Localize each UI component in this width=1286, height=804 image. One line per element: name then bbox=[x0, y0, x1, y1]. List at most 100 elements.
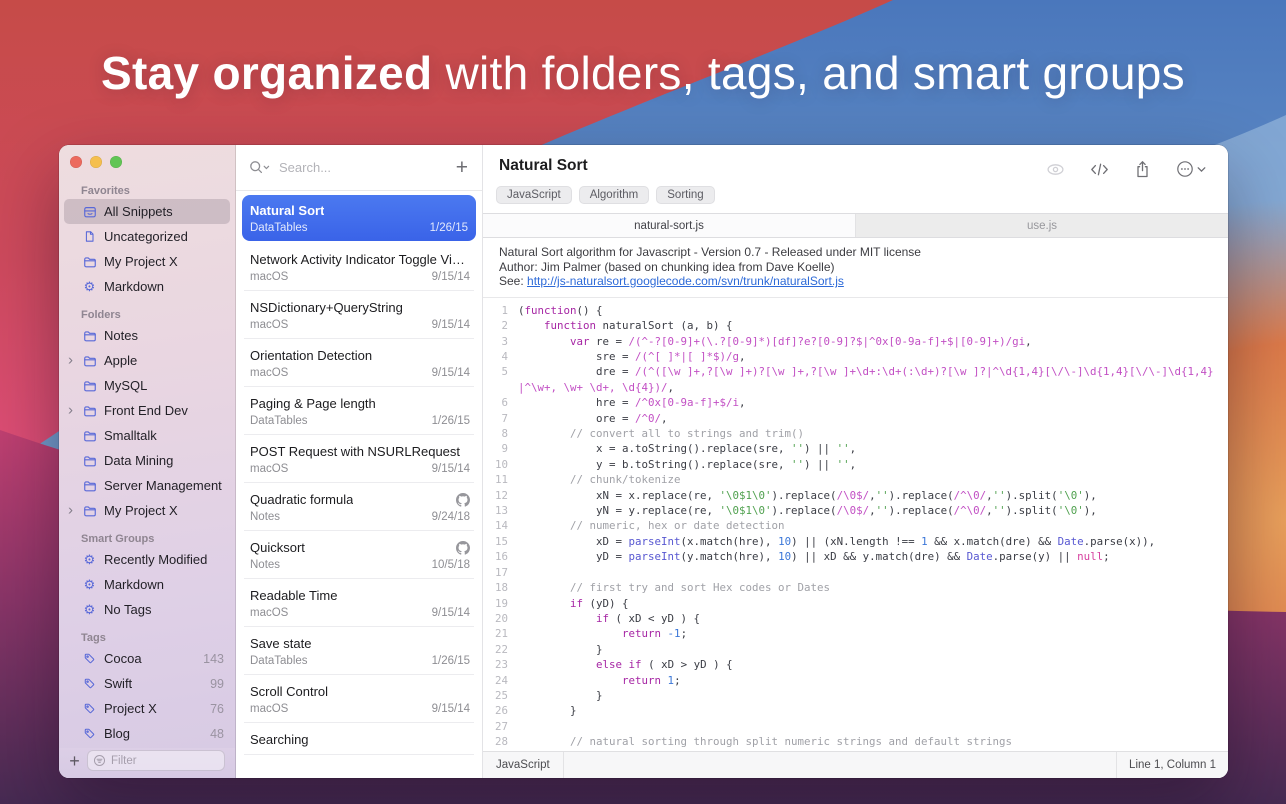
add-folder-button[interactable]: + bbox=[68, 752, 81, 770]
code-line: 20 if ( xD < yD ) { bbox=[483, 611, 1228, 626]
sidebar-item-uncategorized[interactable]: Uncategorized bbox=[64, 224, 230, 249]
sidebar-item-label: Uncategorized bbox=[104, 229, 188, 244]
code-line: 23 else if ( xD > yD ) { bbox=[483, 657, 1228, 672]
sidebar-item-apple[interactable]: ›Apple bbox=[64, 348, 230, 373]
code-line: 2 function naturalSort (a, b) { bbox=[483, 318, 1228, 333]
sidebar-item-project-x[interactable]: Project X76 bbox=[64, 696, 230, 721]
code-editor[interactable]: 1(function() {2 function naturalSort (a,… bbox=[483, 298, 1228, 751]
sidebar-item-recently-modified[interactable]: ⚙Recently Modified bbox=[64, 547, 230, 572]
code-line: 19 if (yD) { bbox=[483, 596, 1228, 611]
search-input[interactable] bbox=[277, 159, 449, 176]
snippet-row-network-activity-indicator-toggle-visibility[interactable]: Network Activity Indicator Toggle Visibi… bbox=[244, 243, 474, 291]
snippet-row-date: 9/24/18 bbox=[432, 511, 470, 523]
snippet-row-nsdictionary-querystring[interactable]: NSDictionary+QueryStringmacOS9/15/14 bbox=[244, 291, 474, 339]
folder-icon bbox=[81, 454, 98, 468]
close-button[interactable] bbox=[70, 156, 82, 168]
sidebar-section-title-tags: Tags bbox=[81, 632, 225, 644]
snippet-row-date: 9/15/14 bbox=[432, 607, 470, 619]
folder-icon bbox=[81, 504, 98, 518]
sidebar-item-no-tags[interactable]: ⚙No Tags bbox=[64, 597, 230, 622]
snippet-row-paging-page-length[interactable]: Paging & Page lengthDataTables1/26/15 bbox=[244, 387, 474, 435]
tab-natural-sort-js[interactable]: natural-sort.js bbox=[483, 214, 855, 237]
snippet-row-quadratic-formula[interactable]: Quadratic formulaNotes9/24/18 bbox=[244, 483, 474, 531]
chevron-right-icon[interactable]: › bbox=[68, 402, 73, 417]
snippet-row-natural-sort[interactable]: Natural SortDataTables1/26/15 bbox=[242, 195, 476, 241]
preview-eye-icon[interactable] bbox=[1046, 161, 1065, 178]
snippet-row-orientation-detection[interactable]: Orientation DetectionmacOS9/15/14 bbox=[244, 339, 474, 387]
sidebar-item-label: Markdown bbox=[104, 279, 164, 294]
folder-icon bbox=[81, 479, 98, 493]
sidebar-item-front-end-dev[interactable]: ›Front End Dev bbox=[64, 398, 230, 423]
line-number: 21 bbox=[483, 626, 518, 641]
snippet-row-category: macOS bbox=[250, 463, 288, 475]
line-number: 14 bbox=[483, 518, 518, 533]
search-icon[interactable] bbox=[249, 160, 270, 175]
language-selector[interactable]: JavaScript bbox=[483, 752, 564, 778]
archive-icon bbox=[81, 205, 98, 219]
line-number: 22 bbox=[483, 642, 518, 657]
folder-icon bbox=[81, 255, 98, 269]
sidebar-item-notes[interactable]: Notes bbox=[64, 323, 230, 348]
minimize-button[interactable] bbox=[90, 156, 102, 168]
snippet-row-title: Natural Sort bbox=[250, 203, 324, 218]
hero-headline: Stay organized with folders, tags, and s… bbox=[0, 46, 1286, 100]
snippet-row-searching[interactable]: Searching bbox=[244, 723, 474, 755]
code-line: 6 hre = /^0x[0-9a-f]+$/i, bbox=[483, 395, 1228, 410]
line-number: 24 bbox=[483, 673, 518, 688]
zoom-button[interactable] bbox=[110, 156, 122, 168]
share-icon[interactable] bbox=[1134, 160, 1151, 178]
tab-use-js[interactable]: use.js bbox=[855, 214, 1228, 237]
sidebar-item-blog[interactable]: Blog48 bbox=[64, 721, 230, 746]
sidebar-item-label: Smalltalk bbox=[104, 428, 157, 443]
code-line: 17 bbox=[483, 565, 1228, 580]
snippet-description: Natural Sort algorithm for Javascript - … bbox=[483, 238, 1228, 298]
snippet-row-scroll-control[interactable]: Scroll ControlmacOS9/15/14 bbox=[244, 675, 474, 723]
snippet-row-title: POST Request with NSURLRequest bbox=[250, 444, 460, 459]
snippet-row-title: Orientation Detection bbox=[250, 348, 372, 363]
chevron-right-icon[interactable]: › bbox=[68, 352, 73, 367]
snippet-row-readable-time[interactable]: Readable TimemacOS9/15/14 bbox=[244, 579, 474, 627]
tag-chip-sorting[interactable]: Sorting bbox=[656, 186, 714, 204]
sidebar-item-label: Recently Modified bbox=[104, 552, 207, 567]
chevron-right-icon[interactable]: › bbox=[68, 502, 73, 517]
sidebar-item-markdown[interactable]: ⚙Markdown bbox=[64, 572, 230, 597]
filter-input[interactable] bbox=[87, 750, 225, 771]
tag-chip-algorithm[interactable]: Algorithm bbox=[579, 186, 650, 204]
more-actions-button[interactable] bbox=[1176, 160, 1206, 178]
code-line: 8 // convert all to strings and trim() bbox=[483, 426, 1228, 441]
line-number: 16 bbox=[483, 549, 518, 564]
sidebar-item-markdown[interactable]: ⚙Markdown bbox=[64, 274, 230, 299]
sidebar-item-label: Cocoa bbox=[104, 651, 142, 666]
description-line: Natural Sort algorithm for Javascript - … bbox=[499, 245, 1212, 260]
line-number: 4 bbox=[483, 349, 518, 364]
sidebar-item-smalltalk[interactable]: Smalltalk bbox=[64, 423, 230, 448]
github-icon bbox=[456, 493, 470, 507]
snippet-row-save-state[interactable]: Save stateDataTables1/26/15 bbox=[244, 627, 474, 675]
code-view-icon[interactable] bbox=[1090, 161, 1109, 178]
filter-field-wrap bbox=[87, 750, 225, 771]
snippet-row-post-request-with-nsurlrequest[interactable]: POST Request with NSURLRequestmacOS9/15/… bbox=[244, 435, 474, 483]
sidebar-item-data-mining[interactable]: Data Mining bbox=[64, 448, 230, 473]
line-number: 18 bbox=[483, 580, 518, 595]
tag-chip-javascript[interactable]: JavaScript bbox=[496, 186, 572, 204]
sidebar-item-server-management[interactable]: Server Management bbox=[64, 473, 230, 498]
sidebar-item-mysql[interactable]: MySQL bbox=[64, 373, 230, 398]
snippet-row-category: Notes bbox=[250, 511, 280, 523]
code-line: 16 yD = parseInt(y.match(hre), 10) || xD… bbox=[483, 549, 1228, 564]
traffic-lights bbox=[70, 156, 122, 168]
tag-icon bbox=[81, 677, 98, 690]
sidebar-item-swift[interactable]: Swift99 bbox=[64, 671, 230, 696]
snippet-row-category: macOS bbox=[250, 271, 288, 283]
add-snippet-button[interactable]: + bbox=[456, 157, 468, 178]
sidebar-item-all-snippets[interactable]: All Snippets bbox=[64, 199, 230, 224]
snippet-row-quicksort[interactable]: QuicksortNotes10/5/18 bbox=[244, 531, 474, 579]
snippet-list: Natural SortDataTables1/26/15Network Act… bbox=[236, 191, 482, 778]
line-number: 12 bbox=[483, 488, 518, 503]
sidebar-item-cocoa[interactable]: Cocoa143 bbox=[64, 646, 230, 671]
code-line: 7 ore = /^0/, bbox=[483, 411, 1228, 426]
sidebar-item-my-project-x[interactable]: ›My Project X bbox=[64, 498, 230, 523]
description-link[interactable]: http://js-naturalsort.googlecode.com/svn… bbox=[527, 274, 844, 288]
sidebar-item-my-project-x[interactable]: My Project X bbox=[64, 249, 230, 274]
detail-pane: Natural Sort JavaScriptAlgorithmSorting … bbox=[483, 145, 1228, 778]
folder-icon bbox=[81, 429, 98, 443]
